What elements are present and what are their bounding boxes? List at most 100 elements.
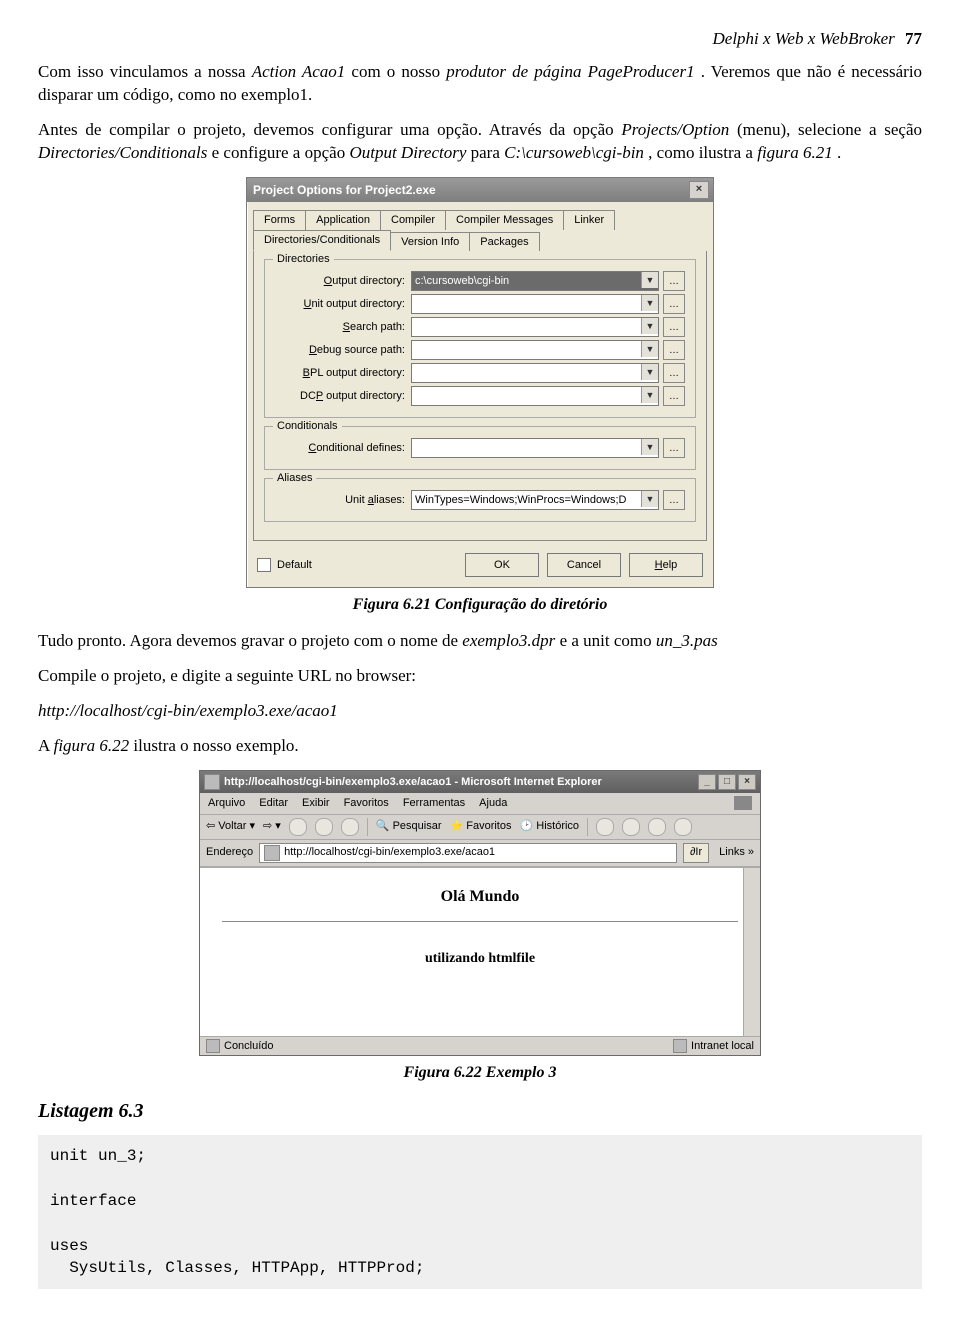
chevron-down-icon[interactable]: ▼ bbox=[641, 491, 658, 507]
menu-ajuda[interactable]: Ajuda bbox=[479, 796, 507, 811]
chevron-down-icon[interactable]: ▼ bbox=[641, 318, 658, 334]
browse-button[interactable]: … bbox=[663, 438, 685, 458]
go-button[interactable]: ∂ Ir bbox=[683, 843, 709, 863]
browse-button[interactable]: … bbox=[663, 294, 685, 314]
discuss-icon[interactable] bbox=[674, 818, 692, 836]
italic-text: Directories/Conditionals bbox=[38, 143, 207, 162]
home-icon[interactable] bbox=[341, 818, 359, 836]
default-checkbox[interactable]: Default bbox=[257, 558, 312, 573]
chevron-down-icon[interactable]: ▼ bbox=[641, 295, 658, 311]
browse-button[interactable]: … bbox=[663, 490, 685, 510]
menu-ferramentas[interactable]: Ferramentas bbox=[403, 796, 465, 811]
close-icon[interactable]: × bbox=[689, 181, 709, 199]
tab-forms[interactable]: Forms bbox=[253, 210, 306, 230]
forward-button[interactable]: ⇨ ▾ bbox=[263, 819, 281, 834]
label-unit-output: Unit output directory: bbox=[275, 297, 411, 312]
browser-content: Olá Mundo utilizando htmlfile bbox=[200, 867, 760, 1036]
address-label: Endereço bbox=[206, 845, 253, 860]
scrollbar[interactable] bbox=[743, 868, 760, 1036]
label-dcp: DCP output directory: bbox=[275, 389, 411, 404]
unit-aliases-combo[interactable]: WinTypes=Windows;WinProcs=Windows;D▼ bbox=[411, 490, 659, 510]
edit-icon[interactable] bbox=[648, 818, 666, 836]
cancel-button[interactable]: Cancel bbox=[547, 553, 621, 577]
browse-button[interactable]: … bbox=[663, 386, 685, 406]
dialog-titlebar[interactable]: Project Options for Project2.exe × bbox=[247, 178, 713, 202]
text: Antes de compilar o projeto, devemos con… bbox=[38, 120, 621, 139]
maximize-icon[interactable]: □ bbox=[718, 774, 736, 790]
group-directories: Directories Output directory: c:\cursowe… bbox=[264, 259, 696, 418]
dcp-output-combo[interactable]: ▼ bbox=[411, 386, 659, 406]
tab-linker[interactable]: Linker bbox=[563, 210, 615, 230]
debug-source-combo[interactable]: ▼ bbox=[411, 340, 659, 360]
browser-statusbar: Concluído Intranet local bbox=[200, 1036, 760, 1056]
menu-favoritos[interactable]: Favoritos bbox=[344, 796, 389, 811]
paragraph-1: Com isso vinculamos a nossa Action Acao1… bbox=[38, 61, 922, 107]
unit-output-combo[interactable]: ▼ bbox=[411, 294, 659, 314]
browse-button[interactable]: … bbox=[663, 340, 685, 360]
code-block: unit un_3; interface uses SysUtils, Clas… bbox=[38, 1135, 922, 1289]
italic-text: produtor de página PageProducer1 bbox=[446, 62, 694, 81]
help-button[interactable]: Help bbox=[629, 553, 703, 577]
tab-compiler-messages[interactable]: Compiler Messages bbox=[445, 210, 564, 230]
running-header: Delphi x Web x WebBroker 77 bbox=[38, 28, 922, 51]
text: Tudo pronto. Agora devemos gravar o proj… bbox=[38, 631, 462, 650]
chevron-down-icon[interactable]: ▼ bbox=[641, 364, 658, 380]
output-directory-combo[interactable]: c:\cursoweb\cgi-bin▼ bbox=[411, 271, 659, 291]
browser-toolbar: ⇦ Voltar ▾ ⇨ ▾ 🔍 Pesquisar ⭐ Favoritos 🕑… bbox=[200, 815, 760, 840]
dialog-panel: Directories Output directory: c:\cursowe… bbox=[253, 251, 707, 541]
text: ilustra o nosso exemplo. bbox=[133, 736, 298, 755]
status-right: Intranet local bbox=[691, 1039, 754, 1054]
browser-titlebar[interactable]: http://localhost/cgi-bin/exemplo3.exe/ac… bbox=[200, 771, 760, 793]
back-button[interactable]: ⇦ Voltar ▾ bbox=[206, 819, 255, 834]
group-title: Aliases bbox=[273, 471, 316, 486]
text: , como ilustra a bbox=[648, 143, 757, 162]
page-number: 77 bbox=[905, 29, 922, 48]
mail-icon[interactable] bbox=[596, 818, 614, 836]
minimize-icon[interactable]: _ bbox=[698, 774, 716, 790]
chevron-down-icon[interactable]: ▼ bbox=[641, 341, 658, 357]
browse-button[interactable]: … bbox=[663, 271, 685, 291]
status-left: Concluído bbox=[224, 1039, 274, 1054]
menu-arquivo[interactable]: Arquivo bbox=[208, 796, 245, 811]
stop-icon[interactable] bbox=[289, 818, 307, 836]
menu-editar[interactable]: Editar bbox=[259, 796, 288, 811]
italic-text: exemplo3.dpr bbox=[462, 631, 555, 650]
ok-button[interactable]: OK bbox=[465, 553, 539, 577]
italic-text: figura 6.22 bbox=[54, 736, 130, 755]
label-unit-aliases: Unit aliases: bbox=[275, 493, 411, 508]
tab-application[interactable]: Application bbox=[305, 210, 381, 230]
figure-caption-2: Figura 6.22 Exemplo 3 bbox=[38, 1062, 922, 1084]
tab-packages[interactable]: Packages bbox=[469, 232, 539, 252]
bpl-output-combo[interactable]: ▼ bbox=[411, 363, 659, 383]
text: . bbox=[837, 143, 841, 162]
menu-exibir[interactable]: Exibir bbox=[302, 796, 330, 811]
links-button[interactable]: Links » bbox=[719, 845, 754, 860]
search-path-combo[interactable]: ▼ bbox=[411, 317, 659, 337]
tab-directories-conditionals[interactable]: Directories/Conditionals bbox=[253, 230, 391, 252]
chevron-down-icon[interactable]: ▼ bbox=[641, 439, 658, 455]
text: Com isso vinculamos a nossa bbox=[38, 62, 252, 81]
browse-button[interactable]: … bbox=[663, 363, 685, 383]
refresh-icon[interactable] bbox=[315, 818, 333, 836]
tab-version-info[interactable]: Version Info bbox=[390, 232, 470, 252]
chevron-down-icon[interactable]: ▼ bbox=[641, 387, 658, 403]
label-bpl: BPL output directory: bbox=[275, 366, 411, 381]
address-input[interactable]: http://localhost/cgi-bin/exemplo3.exe/ac… bbox=[259, 843, 677, 863]
close-icon[interactable]: × bbox=[738, 774, 756, 790]
header-title: Delphi x Web x WebBroker bbox=[713, 29, 895, 48]
browser-title: http://localhost/cgi-bin/exemplo3.exe/ac… bbox=[224, 776, 602, 788]
italic-text: Action Acao1 bbox=[252, 62, 346, 81]
conditional-defines-combo[interactable]: ▼ bbox=[411, 438, 659, 458]
browse-button[interactable]: … bbox=[663, 317, 685, 337]
tab-compiler[interactable]: Compiler bbox=[380, 210, 446, 230]
separator bbox=[367, 818, 368, 836]
search-button[interactable]: 🔍 Pesquisar bbox=[376, 819, 442, 834]
checkbox-icon[interactable] bbox=[257, 558, 271, 572]
chevron-down-icon[interactable]: ▼ bbox=[641, 272, 658, 288]
zone-icon bbox=[673, 1039, 687, 1053]
dialog-title: Project Options for Project2.exe bbox=[253, 182, 436, 198]
favorites-button[interactable]: ⭐ Favoritos bbox=[449, 819, 511, 834]
history-button[interactable]: 🕑 Histórico bbox=[520, 819, 580, 834]
print-icon[interactable] bbox=[622, 818, 640, 836]
dialog-bottom: Default OK Cancel Help bbox=[247, 547, 713, 587]
